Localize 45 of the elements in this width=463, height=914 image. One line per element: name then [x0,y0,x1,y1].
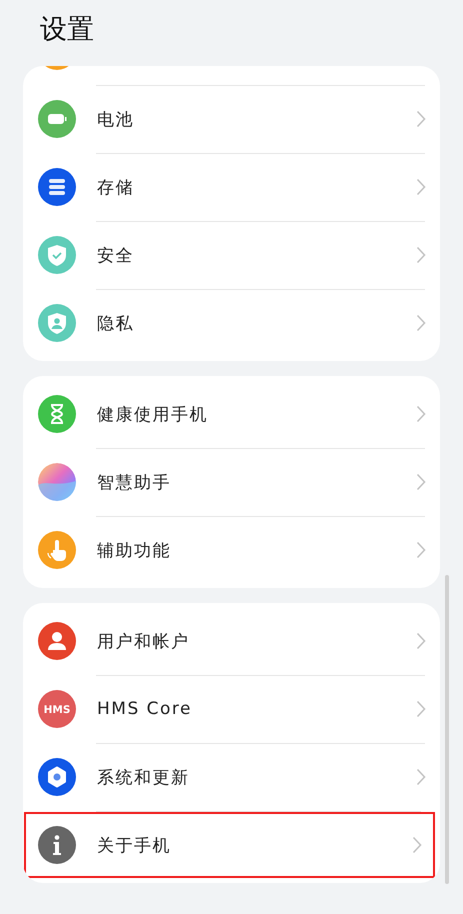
row-label: 安全 [97,244,135,266]
chevron-icon [416,246,426,264]
chevron-icon [416,700,426,718]
page-title: 设置 [39,13,95,47]
battery-icon [38,100,76,138]
person-icon [38,622,76,660]
row-label: 电池 [97,108,135,130]
row-label: 系统和更新 [97,766,190,788]
hourglass-icon [38,395,76,433]
chevron-icon [416,473,426,491]
shield-check-icon [38,236,76,274]
settings-row[interactable]: 安全 [23,221,440,289]
highlighted-settings-row[interactable]: 关于手机 [23,811,436,879]
chevron-icon [416,541,426,559]
chevron-icon [416,632,426,650]
chevron-icon [416,405,426,423]
settings-row[interactable]: 电池 [23,85,440,153]
settings-row[interactable]: 辅助功能 [23,516,440,584]
hms-logo: HMS [38,690,76,728]
settings-row[interactable]: HMS HMS Core [23,675,440,743]
chevron-icon [416,110,426,128]
row-label: 用户和帐户 [97,630,190,652]
chevron-icon [416,768,426,786]
row-label: 关于手机 [97,834,172,856]
settings-row[interactable]: 存储 [23,153,440,221]
settings-row[interactable]: 用户和帐户 [23,607,440,675]
row-label: 辅助功能 [97,540,172,562]
settings-row[interactable]: 系统和更新 [23,743,440,811]
settings-row[interactable]: 隐私 [23,289,440,357]
info-icon [38,826,76,864]
chevron-icon [416,314,426,332]
settings-row[interactable]: 健康使用手机 [23,380,440,448]
settings-row[interactable]: 智慧助手 [23,448,440,516]
row-label: 存储 [97,176,135,198]
chevron-icon [416,178,426,196]
row-label: 隐私 [97,312,135,334]
hand-tap-icon [38,531,76,569]
storage-icon [38,168,76,206]
privacy-shield-icon [38,304,76,342]
assistant-orb-icon [38,463,76,501]
row-label: 智慧助手 [97,472,172,494]
row-label: 健康使用手机 [97,404,209,426]
row-label: HMS Core [97,699,193,719]
chevron-icon [412,836,422,854]
settings-icon [38,758,76,796]
